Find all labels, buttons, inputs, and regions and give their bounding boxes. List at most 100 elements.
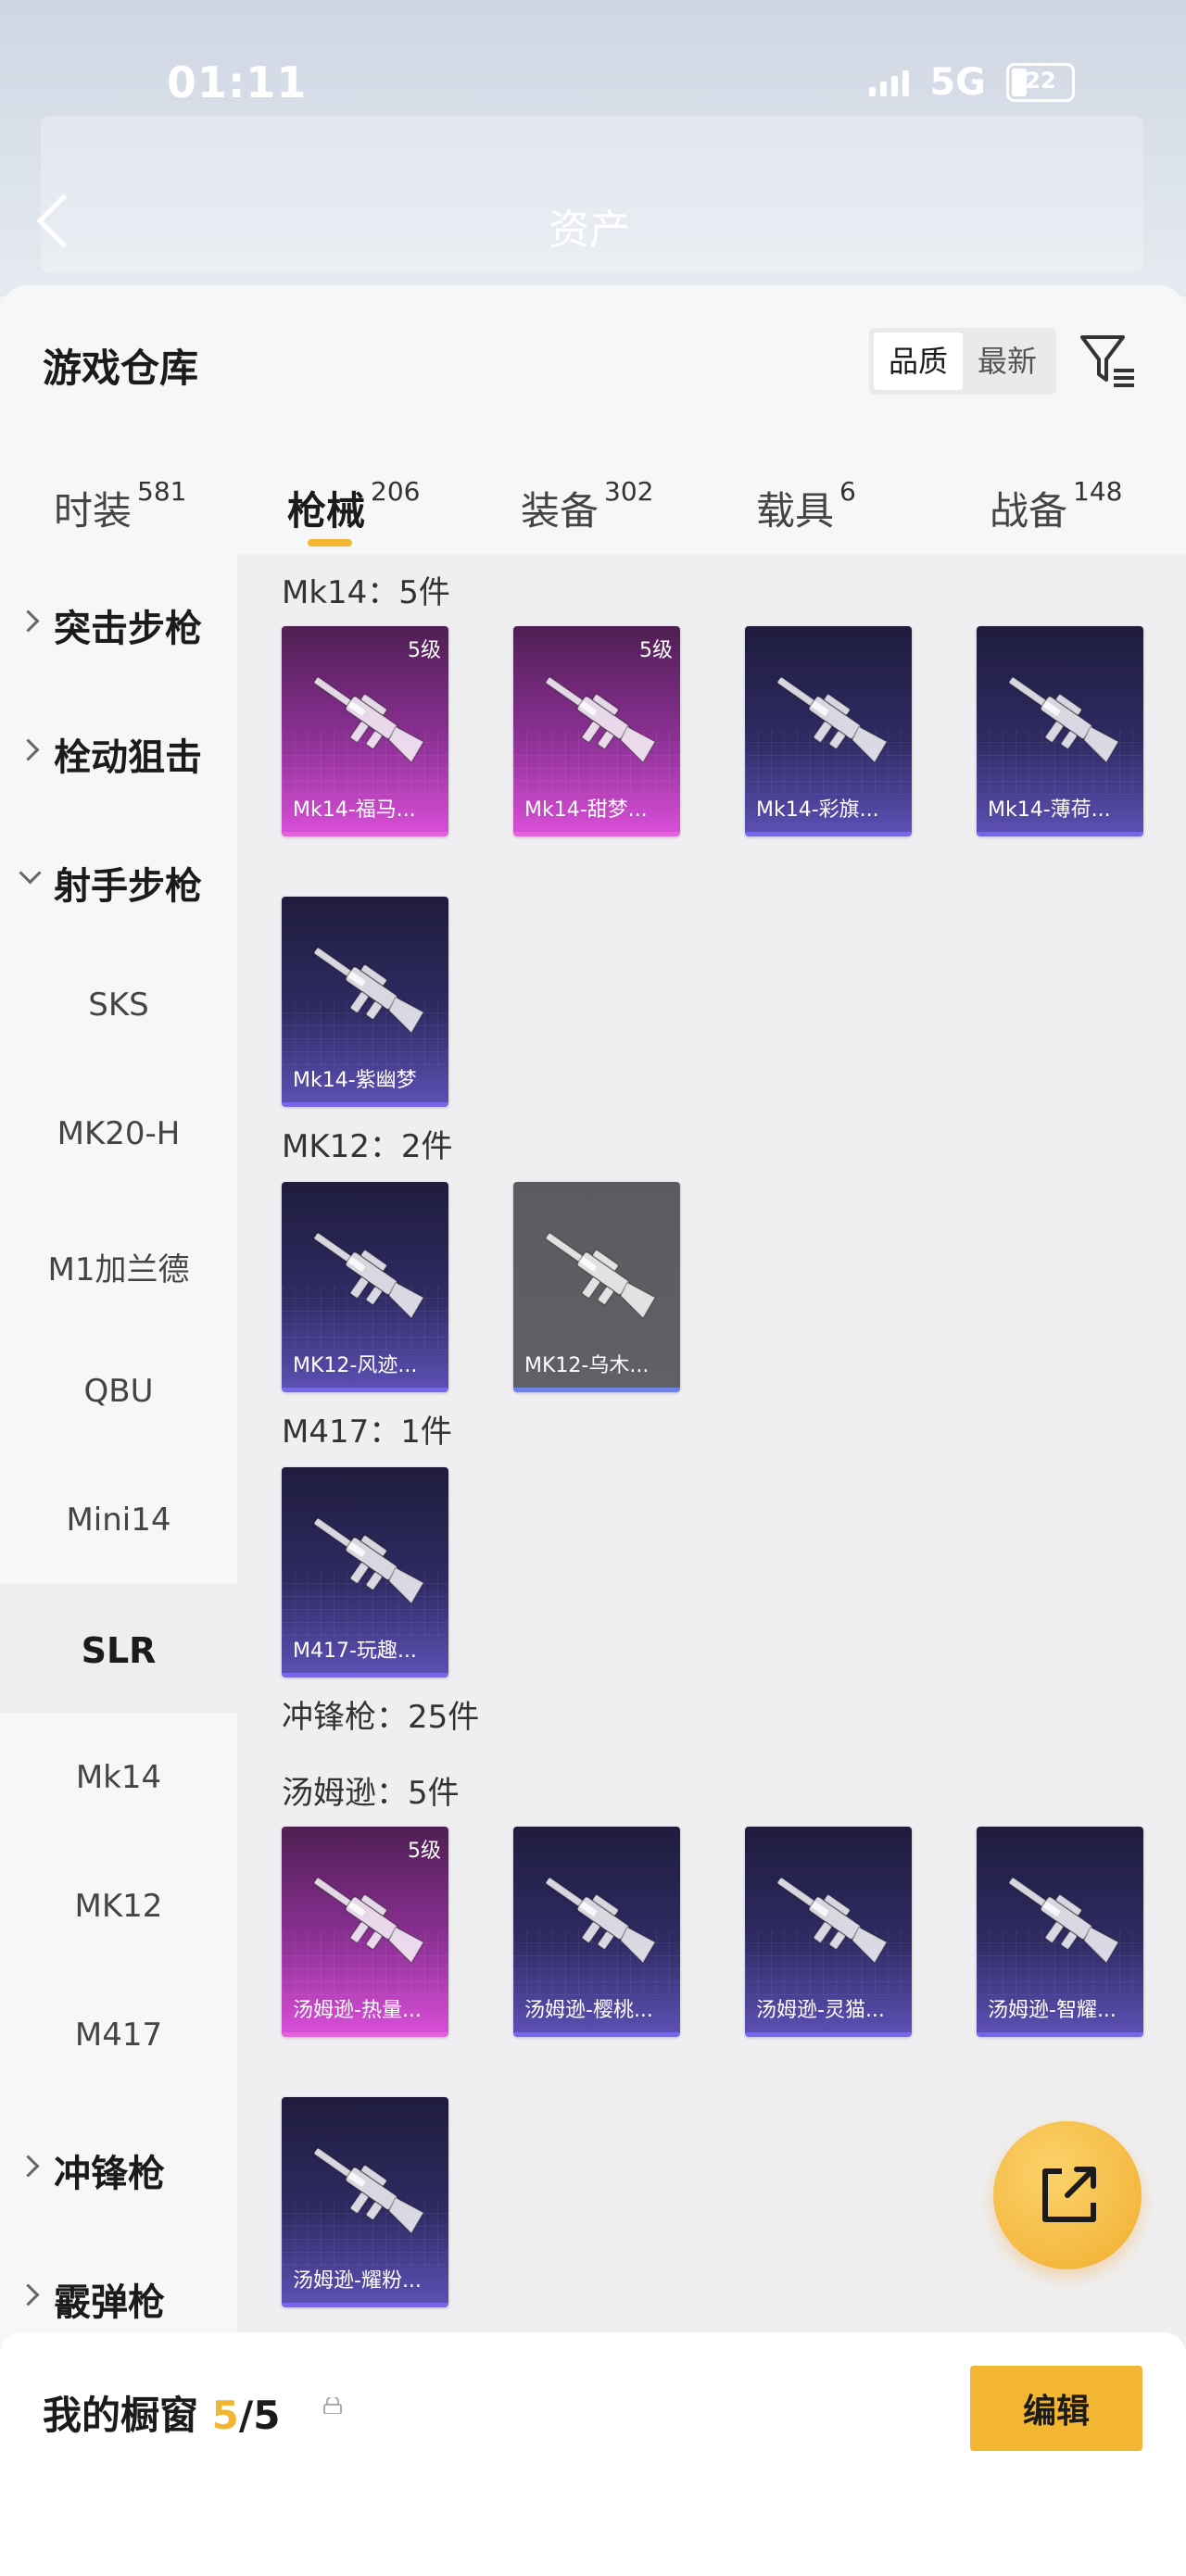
category-tabs: 时装 581 枪械 206 装备 302 载具 6 战备 148 <box>0 463 1186 554</box>
sidebar-subitem-slr[interactable]: SLR <box>0 1584 237 1713</box>
sidebar-subitem-mk12[interactable]: MK12 <box>0 1841 237 1970</box>
item-name: Mk14-紫幽梦 <box>293 1069 417 1092</box>
share-button[interactable] <box>993 2121 1142 2269</box>
item-card[interactable]: MK12-乌木... <box>513 1182 680 1392</box>
sidebar-subitem-label: M1加兰德 <box>47 1251 190 1288</box>
sidebar-subitem-label: Mini14 <box>66 1502 171 1539</box>
item-level: 5级 <box>408 639 441 662</box>
tab-count: 302 <box>604 476 654 507</box>
item-card[interactable]: 5级 Mk14-福马... <box>282 626 448 836</box>
item-card[interactable]: M417-玩趣... <box>282 1467 448 1678</box>
item-name: Mk14-薄荷... <box>988 798 1111 822</box>
group-label-mk14: Mk14：5件 <box>282 574 450 611</box>
sidebar-subitem-mk14[interactable]: Mk14 <box>0 1713 237 1841</box>
network-type: 5G <box>929 61 986 104</box>
sidebar-subitem-m1-garand[interactable]: M1加兰德 <box>0 1198 237 1326</box>
item-card[interactable]: 5级 Mk14-甜梦... <box>513 626 680 836</box>
sidebar-item-bolt-sniper[interactable]: 栓动狙击 <box>0 683 237 811</box>
showcase-current: 5 <box>211 2393 239 2438</box>
chevron-right-icon <box>17 2155 40 2178</box>
item-card[interactable]: MK12-风迹... <box>282 1182 448 1392</box>
status-indicators: 5G 22 <box>869 61 1075 104</box>
tab-count: 206 <box>371 476 421 507</box>
signal-icon <box>869 69 910 96</box>
item-level: 5级 <box>639 639 673 662</box>
sort-quality-option[interactable]: 品质 <box>874 333 963 390</box>
sidebar-subitem-label: MK12 <box>74 1888 163 1925</box>
sheet-title: 游戏仓库 <box>43 346 199 391</box>
item-name: M417-玩趣... <box>293 1640 417 1663</box>
sidebar-subitem-label: QBU <box>83 1373 154 1410</box>
sidebar-subitem-label: M417 <box>74 2017 163 2054</box>
group-label-smg: 冲锋枪：25件 <box>282 1699 480 1736</box>
tab-count: 148 <box>1073 476 1123 507</box>
item-name: 汤姆逊-耀粉... <box>293 2269 422 2293</box>
tab-fashion[interactable]: 时装 581 <box>54 476 186 536</box>
tab-firearms[interactable]: 枪械 206 <box>287 476 420 536</box>
sidebar-subitem-qbu[interactable]: QBU <box>0 1326 237 1455</box>
sidebar-item-assault-rifle[interactable]: 突击步枪 <box>0 554 237 683</box>
showcase-label: 我的橱窗 <box>43 2393 199 2438</box>
chevron-right-icon <box>17 2283 40 2306</box>
item-name: 汤姆逊-灵猫... <box>756 1999 885 2022</box>
item-name: Mk14-福马... <box>293 798 416 822</box>
tab-label: 载具 <box>756 488 835 534</box>
lock-icon <box>323 2397 342 2414</box>
warehouse-sheet: 游戏仓库 品质 最新 时装 581 枪械 206 装备 302 载具 6 战备 148 突… <box>0 285 1186 2576</box>
sidebar-item-smg[interactable]: 冲锋枪 <box>0 2099 237 2228</box>
battery-icon: 22 <box>1006 63 1075 102</box>
showcase-bar: 我的橱窗 5/5 编辑 <box>0 2332 1186 2576</box>
background-app: 01:11 5G 22 资产 <box>0 0 1186 296</box>
tab-supplies[interactable]: 战备 148 <box>990 476 1122 536</box>
sort-toggle: 品质 最新 <box>869 328 1056 395</box>
showcase-title: 我的橱窗 5/5 <box>43 2384 280 2441</box>
tab-count: 581 <box>137 476 187 507</box>
share-external-icon <box>1042 2167 1096 2222</box>
sidebar-subitem-label: SLR <box>81 1630 157 1671</box>
item-card[interactable]: 汤姆逊-耀粉... <box>282 2097 448 2307</box>
sidebar-category-label: 霰弹枪 <box>54 2281 165 2324</box>
sidebar-subitem-mini14[interactable]: Mini14 <box>0 1455 237 1584</box>
gun-skin-image <box>545 1232 657 1320</box>
category-sidebar: 突击步枪 栓动狙击 射手步枪 SKS MK20-H M1加兰德 QBU Mini… <box>0 554 237 2576</box>
item-card[interactable]: 汤姆逊-樱桃... <box>513 1827 680 2037</box>
filter-list-icon[interactable] <box>1075 328 1142 395</box>
item-level: 5级 <box>408 1840 441 1863</box>
item-card[interactable]: Mk14-薄荷... <box>977 626 1143 836</box>
battery-level: 22 <box>1025 68 1056 94</box>
sidebar-category-label: 射手步枪 <box>54 865 202 908</box>
sidebar-subitem-label: MK20-H <box>57 1115 181 1152</box>
status-time: 01:11 <box>167 57 308 107</box>
item-card[interactable]: 汤姆逊-灵猫... <box>745 1827 912 2037</box>
sidebar-subitem-sks[interactable]: SKS <box>0 940 237 1069</box>
tab-count: 6 <box>839 476 856 507</box>
tab-label: 枪械 <box>287 488 366 534</box>
tab-equipment[interactable]: 装备 302 <box>521 476 653 536</box>
item-card[interactable]: 汤姆逊-智耀... <box>977 1827 1143 2037</box>
tab-vehicles[interactable]: 载具 6 <box>756 476 856 536</box>
group-label-thompson: 汤姆逊：5件 <box>282 1775 460 1812</box>
chevron-down-icon <box>19 861 42 885</box>
item-card[interactable]: Mk14-紫幽梦 <box>282 897 448 1107</box>
sidebar-subitem-m417[interactable]: M417 <box>0 1970 237 2099</box>
sidebar-category-label: 栓动狙击 <box>54 736 202 779</box>
item-card[interactable]: 5级汤姆逊-热量... <box>282 1827 448 2037</box>
item-name: Mk14-甜梦... <box>524 798 648 822</box>
sidebar-subitem-mk20h[interactable]: MK20-H <box>0 1069 237 1198</box>
item-name: MK12-乌木... <box>524 1354 650 1377</box>
sidebar-item-marksman-rifle[interactable]: 射手步枪 <box>0 811 237 940</box>
group-label-mk12: MK12：2件 <box>282 1128 453 1165</box>
sort-newest-option[interactable]: 最新 <box>963 333 1052 390</box>
item-card[interactable]: Mk14-彩旗... <box>745 626 912 836</box>
group-label-m417: M417：1件 <box>282 1414 452 1451</box>
tab-label: 装备 <box>521 488 599 534</box>
sidebar-subitem-label: Mk14 <box>75 1759 162 1796</box>
tab-label: 时装 <box>54 488 132 534</box>
item-grid: Mk14：5件 5级 Mk14-福马... 5级 Mk14-甜梦... Mk14-彩… <box>237 554 1186 2576</box>
active-tab-indicator <box>308 539 352 547</box>
sheet-header: 游戏仓库 品质 最新 时装 581 枪械 206 装备 302 载具 6 战备 148 <box>0 285 1186 554</box>
chevron-right-icon <box>17 738 40 761</box>
sidebar-category-label: 突击步枪 <box>54 608 202 650</box>
item-name: 汤姆逊-热量... <box>293 1999 422 2022</box>
edit-button[interactable]: 编辑 <box>970 2366 1142 2451</box>
